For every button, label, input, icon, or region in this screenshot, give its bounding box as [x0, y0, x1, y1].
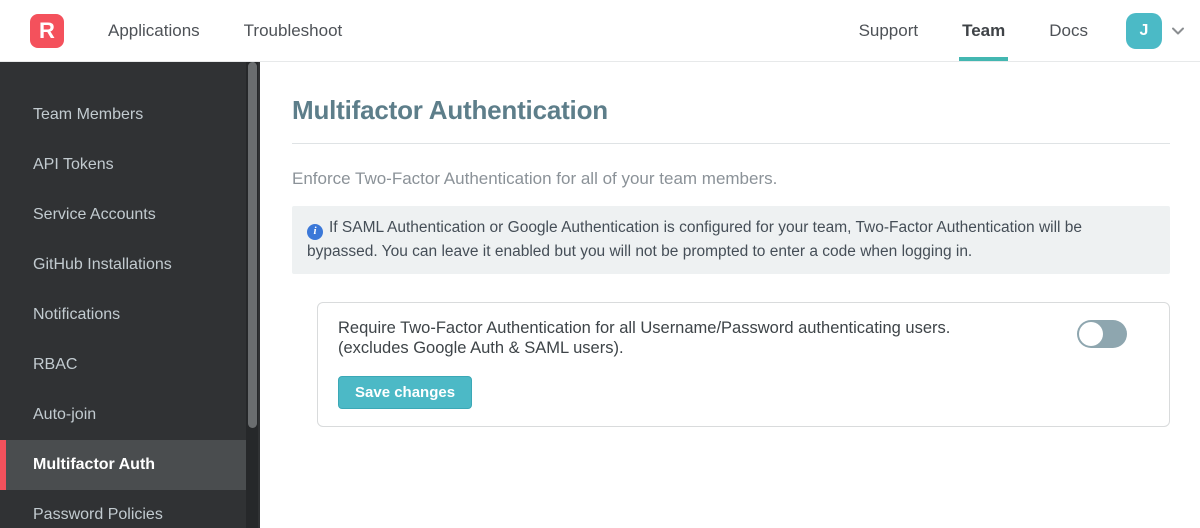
- setting-label-line2: (excludes Google Auth & SAML users).: [338, 338, 624, 357]
- nav-link[interactable]: Team: [940, 0, 1027, 61]
- sidebar-scrollbar-track[interactable]: [246, 62, 258, 528]
- nav-link-label: Team: [962, 20, 1006, 40]
- sidebar-item[interactable]: Service Accounts: [0, 190, 260, 240]
- sidebar-scrollbar-thumb[interactable]: [248, 62, 257, 428]
- nav-link[interactable]: Docs: [1027, 0, 1110, 61]
- sidebar-item[interactable]: GitHub Installations: [0, 240, 260, 290]
- sidebar-item[interactable]: RBAC: [0, 340, 260, 390]
- info-icon: i: [307, 223, 323, 240]
- primary-nav: Applications Troubleshoot: [86, 0, 364, 61]
- sidebar-item-label: Auto-join: [33, 406, 97, 423]
- user-menu[interactable]: J: [1126, 0, 1186, 61]
- nav-link[interactable]: Support: [837, 0, 941, 61]
- nav-link[interactable]: Applications: [86, 0, 222, 61]
- setting-label-line1: Require Two-Factor Authentication for al…: [338, 319, 951, 338]
- sidebar-item-label: Team Members: [33, 106, 144, 123]
- sidebar-item-label: API Tokens: [33, 156, 114, 173]
- page-title: Multifactor Authentication: [292, 95, 608, 125]
- sidebar-item-label: Password Policies: [33, 506, 163, 523]
- two-factor-setting-label: Require Two-Factor Authentication for al…: [338, 318, 950, 358]
- page-subtitle: Enforce Two-Factor Authentication for al…: [292, 169, 778, 189]
- sidebar-item[interactable]: Multifactor Auth: [0, 440, 246, 490]
- nav-link-label: Docs: [1049, 20, 1088, 40]
- nav-link-label: Troubleshoot: [243, 20, 343, 40]
- avatar[interactable]: J: [1126, 12, 1162, 49]
- sidebar-item-label: RBAC: [33, 356, 78, 373]
- sidebar-item-label: Notifications: [33, 306, 121, 323]
- sidebar-item[interactable]: Password Policies: [0, 490, 260, 528]
- rollbar-logo[interactable]: R: [30, 13, 64, 48]
- sidebar-item[interactable]: Auto-join: [0, 390, 260, 440]
- sidebar-item[interactable]: API Tokens: [0, 140, 260, 190]
- nav-link[interactable]: Troubleshoot: [222, 0, 365, 61]
- two-factor-toggle[interactable]: [1077, 320, 1127, 349]
- sidebar-item-label: Service Accounts: [33, 206, 156, 223]
- title-divider: [292, 143, 1170, 145]
- save-changes-button[interactable]: Save changes: [338, 376, 473, 410]
- settings-sidebar: Team Members API Tokens Service Accounts…: [0, 62, 260, 528]
- main-content: Multifactor Authentication Enforce Two-F…: [260, 62, 1200, 528]
- top-navbar: R Applications Troubleshoot Support Team…: [0, 0, 1200, 62]
- alert-text: If SAML Authentication or Google Authent…: [307, 219, 1083, 261]
- nav-link-label: Support: [858, 20, 919, 40]
- nav-link-label: Applications: [108, 20, 200, 40]
- sidebar-item[interactable]: Team Members: [0, 90, 260, 140]
- saml-info-alert: i If SAML Authentication or Google Authen…: [292, 206, 1170, 275]
- two-factor-setting-card: Require Two-Factor Authentication for al…: [317, 302, 1170, 428]
- secondary-nav: Support Team Docs: [837, 0, 1110, 61]
- sidebar-item[interactable]: Notifications: [0, 290, 260, 340]
- toggle-knob[interactable]: [1079, 322, 1103, 347]
- sidebar-item-label: Multifactor Auth: [33, 456, 156, 473]
- chevron-down-icon[interactable]: [1170, 23, 1186, 39]
- sidebar-item-label: GitHub Installations: [33, 256, 172, 273]
